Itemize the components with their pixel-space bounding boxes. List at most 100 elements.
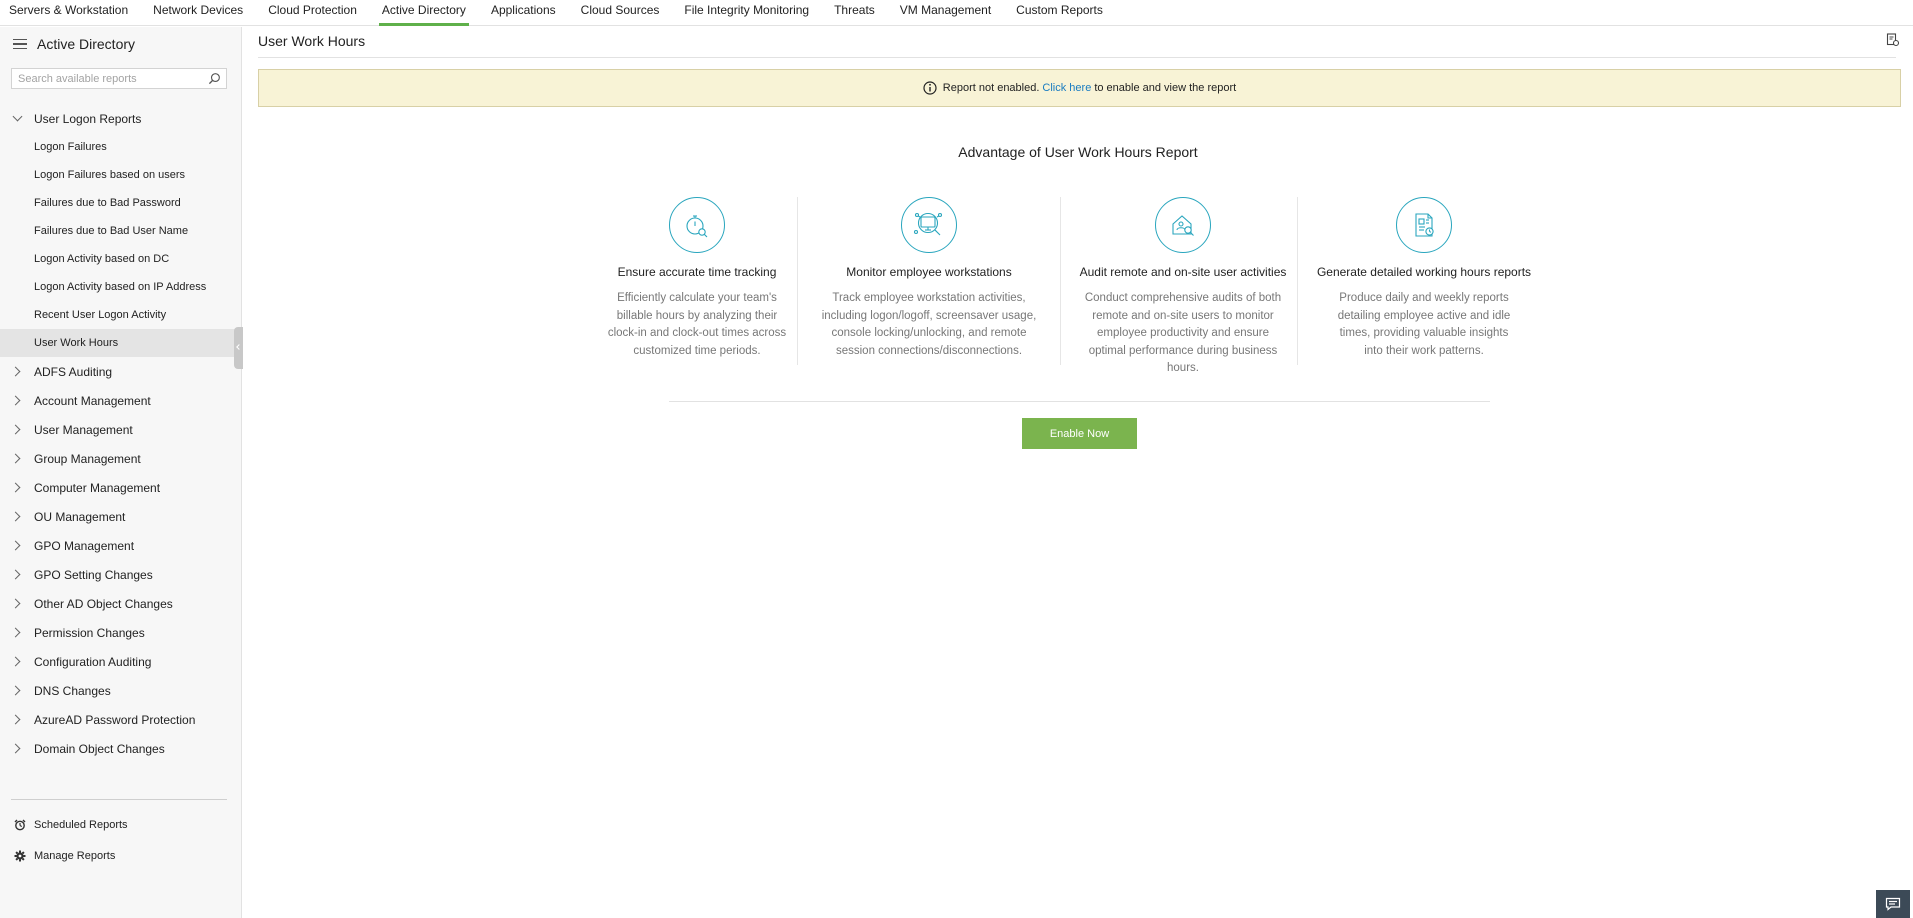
chat-icon (1885, 897, 1901, 911)
feature-working-hours-reports: Generate detailed working hours reports … (1304, 197, 1544, 378)
home-user-search-icon (1155, 197, 1211, 253)
chat-support-button[interactable] (1876, 890, 1910, 918)
sidebar-item-bad-user-name[interactable]: Failures due to Bad User Name (0, 217, 241, 245)
sidebar-item-logon-activity-ip[interactable]: Logon Activity based on IP Address (0, 273, 241, 301)
feature-heading: Audit remote and on-site user activities (1079, 265, 1287, 279)
sidebar-divider (11, 799, 227, 800)
sidebar-title: Active Directory (37, 36, 136, 52)
sidebar-item-recent-logon-activity[interactable]: Recent User Logon Activity (0, 301, 241, 329)
feature-desc-line: customized time periods. (633, 344, 761, 357)
scheduled-reports-link[interactable]: Scheduled Reports (0, 809, 242, 840)
sidebar-group-dns-changes[interactable]: DNS Changes (0, 676, 241, 705)
feature-desc-line: Efficiently calculate your team's (617, 292, 777, 304)
chevron-right-icon (13, 570, 22, 579)
chevron-right-icon (13, 541, 22, 550)
title-divider (258, 57, 1896, 58)
sidebar-item-logon-activity-dc[interactable]: Logon Activity based on DC (0, 245, 241, 273)
feature-desc-line: employee productivity and ensure (1097, 327, 1269, 339)
gear-icon (14, 850, 26, 861)
sidebar-item-user-work-hours[interactable]: User Work Hours (0, 329, 241, 357)
sidebar-group-label: User Management (34, 422, 133, 437)
tab-network-devices[interactable]: Network Devices (153, 0, 243, 26)
banner-text-prefix: Report not enabled. (942, 82, 1040, 94)
monitor-search-icon (901, 197, 957, 253)
enable-report-link[interactable]: Click here (1042, 82, 1091, 94)
sidebar-group-label: Configuration Auditing (34, 654, 152, 669)
sidebar-group-label: Account Management (34, 393, 151, 408)
sidebar-collapse-handle[interactable] (234, 327, 243, 369)
sidebar-header: Active Directory (0, 27, 241, 61)
tab-cloud-protection[interactable]: Cloud Protection (268, 0, 357, 26)
feature-desc-line: remote and on-site users to monitor (1092, 309, 1274, 322)
tab-cloud-sources[interactable]: Cloud Sources (581, 0, 660, 26)
manage-reports-label: Manage Reports (34, 849, 116, 862)
manage-reports-link[interactable]: Manage Reports (0, 840, 242, 871)
feature-desc-line: clock-in and clock-out times across (607, 327, 787, 339)
sidebar-group-gpo-management[interactable]: GPO Management (0, 531, 241, 560)
feature-desc-line: Track employee workstation activities, (832, 292, 1026, 304)
chevron-right-icon (13, 512, 22, 521)
sidebar-group-label: OU Management (34, 509, 126, 524)
sidebar-group-label: User Logon Reports (34, 111, 142, 126)
sidebar-item-logon-failures-users[interactable]: Logon Failures based on users (0, 161, 241, 189)
feature-desc-line: console locking/unlocking, and remote (831, 327, 1027, 339)
sidebar-group-label: Group Management (34, 451, 141, 466)
chevron-right-icon (13, 599, 22, 608)
feature-description: Produce daily and weekly reports detaili… (1304, 290, 1544, 360)
feature-separator (1060, 197, 1061, 365)
sidebar-group-label: Permission Changes (34, 625, 145, 640)
sidebar-group-user-logon-reports[interactable]: User Logon Reports (0, 104, 241, 133)
sidebar-group-configuration-auditing[interactable]: Configuration Auditing (0, 647, 241, 676)
sidebar-group-azuread-password-protection[interactable]: AzureAD Password Protection (0, 705, 241, 734)
chevron-right-icon (13, 715, 22, 724)
feature-desc-line: times, providing valuable insights (1339, 327, 1509, 339)
tab-threats[interactable]: Threats (834, 0, 875, 26)
sidebar-group-other-ad-object-changes[interactable]: Other AD Object Changes (0, 589, 241, 618)
feature-heading: Ensure accurate time tracking (617, 265, 777, 279)
tab-file-integrity-monitoring[interactable]: File Integrity Monitoring (684, 0, 809, 26)
search-input[interactable] (12, 69, 197, 89)
sidebar-group-computer-management[interactable]: Computer Management (0, 473, 241, 502)
sidebar-group-group-management[interactable]: Group Management (0, 444, 241, 473)
sidebar-item-logon-failures[interactable]: Logon Failures (0, 133, 241, 161)
sidebar-group-adfs-auditing[interactable]: ADFS Auditing (0, 357, 241, 386)
sidebar-group-label: Domain Object Changes (34, 741, 165, 756)
search-icon[interactable] (208, 72, 221, 85)
tab-servers-workstation[interactable]: Servers & Workstation (9, 0, 128, 26)
feature-workstations: Monitor employee workstations Track empl… (810, 197, 1048, 378)
tab-applications[interactable]: Applications (491, 0, 556, 26)
chevron-right-icon (13, 628, 22, 637)
chevron-right-icon (13, 483, 22, 492)
sidebar-group-ou-management[interactable]: OU Management (0, 502, 241, 531)
feature-description: Efficiently calculate your team's billab… (595, 290, 799, 360)
sidebar-group-label: Computer Management (34, 480, 161, 495)
chevron-right-icon (13, 657, 22, 666)
enable-now-button[interactable]: Enable Now (1022, 418, 1137, 449)
tab-custom-reports[interactable]: Custom Reports (1016, 0, 1103, 26)
feature-desc-line: Produce daily and weekly reports (1339, 292, 1509, 304)
hamburger-menu-icon[interactable] (13, 38, 27, 50)
report-not-enabled-banner: Report not enabled. Click here to enable… (258, 69, 1901, 107)
report-settings-icon[interactable] (1886, 33, 1900, 47)
sidebar-group-user-management[interactable]: User Management (0, 415, 241, 444)
feature-desc-line: including logon/logoff, screensaver usag… (821, 309, 1037, 322)
feature-separator (1297, 197, 1298, 365)
feature-desc-line: Conduct comprehensive audits of both (1084, 292, 1282, 304)
feature-heading: Monitor employee workstations (846, 265, 1012, 279)
tab-vm-management[interactable]: VM Management (900, 0, 991, 26)
banner-text-suffix: to enable and view the report (1094, 82, 1237, 94)
page-title: User Work Hours (258, 33, 366, 49)
sidebar-group-permission-changes[interactable]: Permission Changes (0, 618, 241, 647)
sidebar-group-account-management[interactable]: Account Management (0, 386, 241, 415)
content-divider (669, 401, 1490, 402)
chevron-right-icon (13, 367, 22, 376)
sidebar-group-label: DNS Changes (34, 683, 111, 698)
feature-desc-line: session connections/disconnections. (835, 344, 1023, 357)
sidebar-group-gpo-setting-changes[interactable]: GPO Setting Changes (0, 560, 241, 589)
tab-active-directory[interactable]: Active Directory (378, 0, 469, 26)
chevron-right-icon (13, 396, 22, 405)
sidebar-group-label: Other AD Object Changes (34, 596, 173, 611)
report-clock-icon (1396, 197, 1452, 253)
sidebar-item-bad-password[interactable]: Failures due to Bad Password (0, 189, 241, 217)
sidebar-group-domain-object-changes[interactable]: Domain Object Changes (0, 734, 241, 763)
